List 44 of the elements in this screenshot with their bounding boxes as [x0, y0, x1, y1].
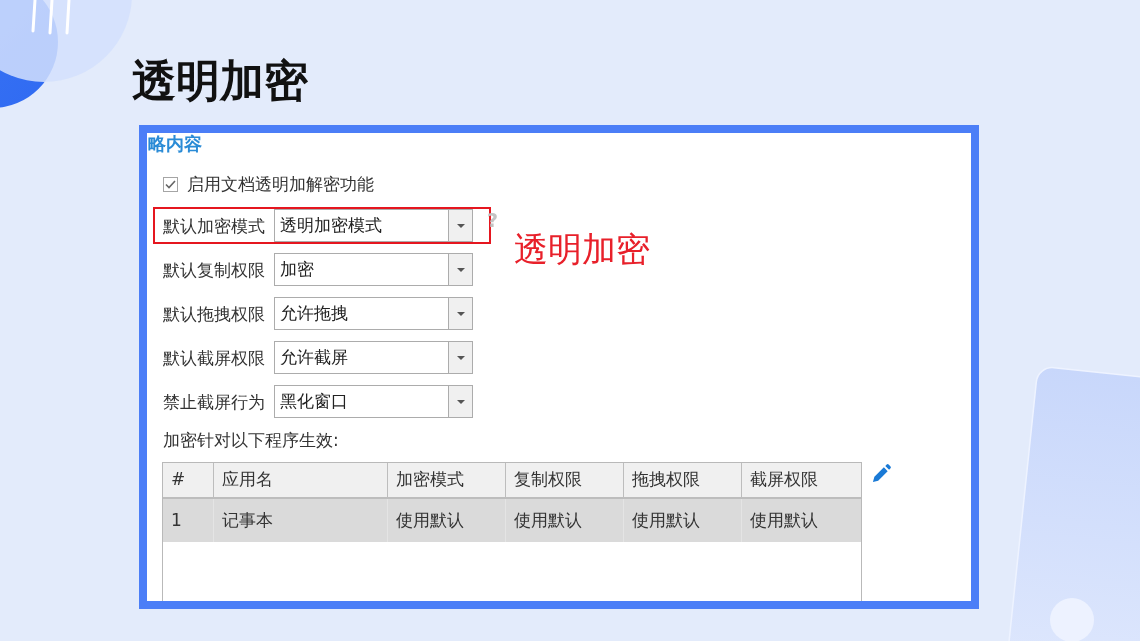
table-cell-text: 使用默认 [749, 508, 819, 532]
column-header[interactable]: # [163, 463, 214, 497]
decorative-stripe [31, 0, 37, 33]
annotation-text: 透明加密 [514, 229, 651, 269]
dropdown-arrow-button[interactable] [448, 298, 472, 329]
dropdown[interactable]: 允许截屏 [274, 341, 473, 374]
dropdown-arrow-button[interactable] [448, 210, 472, 241]
dropdown-arrow-button[interactable] [448, 342, 472, 373]
check-icon [165, 179, 176, 189]
dropdown[interactable]: 允许拖拽 [274, 297, 473, 330]
checkbox-label: 启用文档透明加解密功能 [187, 173, 374, 195]
dropdown[interactable]: 加密 [274, 253, 473, 286]
pencil-icon[interactable] [872, 464, 891, 483]
dropdown[interactable]: 透明加密模式 [274, 209, 473, 242]
table-cell: 使用默认 [388, 499, 506, 542]
dropdown-arrow-button[interactable] [448, 386, 472, 417]
field-label: 默认复制权限 [163, 258, 266, 281]
dropdown-arrow-button[interactable] [448, 254, 472, 285]
caret-icon [456, 399, 465, 404]
field-label: 禁止截屏行为 [163, 390, 266, 413]
column-header[interactable]: 截屏权限 [742, 463, 861, 497]
page-title: 透明加密 [132, 55, 308, 107]
decorative-stripe [48, 0, 54, 35]
table-cell: 使用默认 [624, 499, 742, 542]
field-label: 默认拖拽权限 [163, 302, 266, 325]
table-row[interactable]: 1 记事本 使用默认 使用默认 使用默认 使用默认 [163, 499, 861, 542]
field-label: 默认截屏权限 [163, 346, 266, 369]
column-header[interactable]: 应用名 [214, 463, 388, 497]
table-cell: 1 [163, 499, 214, 542]
caret-icon [456, 223, 465, 228]
checkbox[interactable] [163, 176, 178, 192]
decorative-stripe [65, 0, 71, 35]
caret-icon [456, 267, 465, 272]
field-label: 默认加密模式 [163, 214, 266, 237]
table-caption: 加密针对以下程序生效: [162, 429, 340, 451]
column-header[interactable]: 拖拽权限 [624, 463, 742, 497]
column-header[interactable]: 加密模式 [388, 463, 506, 497]
section-title: 略内容 [147, 133, 203, 155]
caret-icon [456, 311, 465, 316]
dropdown[interactable]: 黑化窗口 [274, 385, 473, 418]
caret-icon [456, 355, 465, 360]
table-cell: 记事本 [214, 499, 388, 542]
column-header[interactable]: 复制权限 [506, 463, 624, 497]
table-cell: 使用默认 [506, 499, 624, 542]
